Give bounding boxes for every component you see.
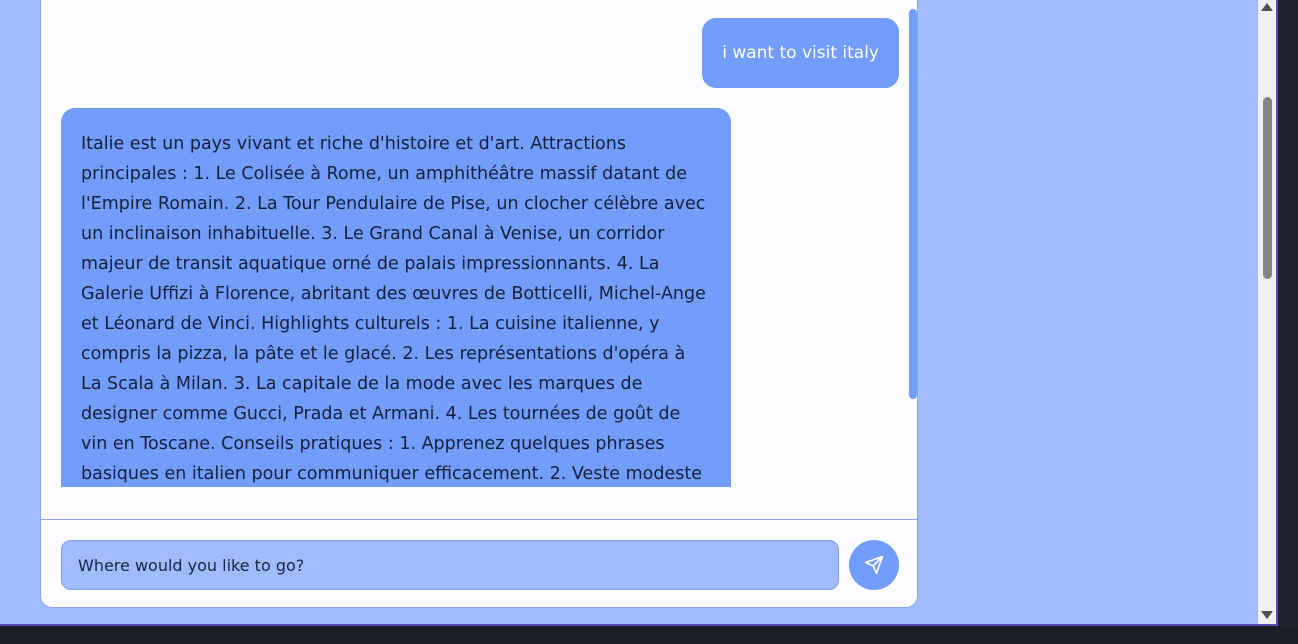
user-message: i want to visit italy: [702, 18, 899, 88]
scroll-up-icon[interactable]: [1261, 3, 1273, 11]
composer-divider: [41, 519, 917, 520]
taskbar-strip: [0, 626, 1298, 644]
send-icon: [864, 555, 884, 575]
send-button[interactable]: [849, 540, 899, 590]
window-edge: [1278, 0, 1298, 644]
assistant-message: Italie est un pays vivant et riche d'his…: [61, 108, 731, 487]
destination-input[interactable]: [61, 540, 839, 590]
chat-panel: i want to visit italy Italie est un pays…: [40, 0, 918, 608]
scroll-down-icon[interactable]: [1261, 611, 1273, 619]
page-scrollbar[interactable]: [1258, 0, 1276, 624]
page-scrollbar-thumb[interactable]: [1263, 97, 1272, 279]
app-window: i want to visit italy Italie est un pays…: [0, 0, 1278, 626]
message-list-scrollbar[interactable]: [909, 9, 917, 399]
message-list[interactable]: i want to visit italy Italie est un pays…: [41, 1, 917, 487]
